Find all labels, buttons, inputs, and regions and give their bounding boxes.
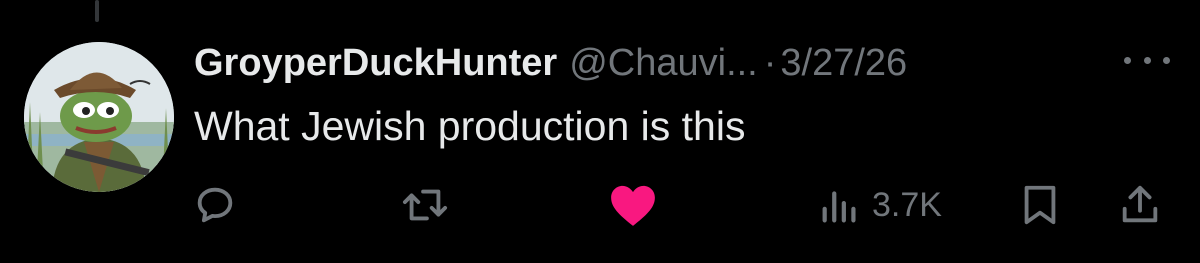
frog-hunter-avatar-icon: [24, 42, 174, 192]
like-button[interactable]: [608, 180, 658, 230]
tweet-text: What Jewish production is this: [194, 103, 746, 149]
thread-connector-line: [95, 0, 99, 22]
bookmark-icon: [1024, 185, 1056, 225]
more-dot: [1143, 56, 1151, 64]
tweet-actions-bar: 3.7K: [0, 180, 1200, 230]
more-dot: [1124, 56, 1131, 64]
retweet-icon: [402, 189, 448, 221]
more-dot: [1163, 56, 1170, 64]
retweet-button[interactable]: [400, 180, 450, 230]
bookmark-button[interactable]: [1020, 180, 1060, 230]
separator-dot: ·: [763, 42, 777, 84]
views-count: 3.7K: [872, 185, 942, 224]
share-icon: [1122, 185, 1158, 223]
reply-button[interactable]: [192, 180, 238, 230]
tweet-header: GroyperDuckHunter @Chauvi... · 3/27/26: [194, 38, 907, 88]
views-button[interactable]: 3.7K: [818, 180, 942, 230]
avatar[interactable]: [24, 42, 174, 192]
heart-icon: [611, 185, 655, 226]
display-name[interactable]: GroyperDuckHunter: [194, 38, 557, 88]
reply-icon: [197, 187, 233, 223]
tweet-date[interactable]: 3/27/26: [780, 38, 907, 88]
views-icon: [822, 191, 856, 223]
share-button[interactable]: [1117, 180, 1163, 230]
user-handle[interactable]: @Chauvi...: [569, 38, 758, 88]
more-icon[interactable]: [1124, 48, 1170, 72]
